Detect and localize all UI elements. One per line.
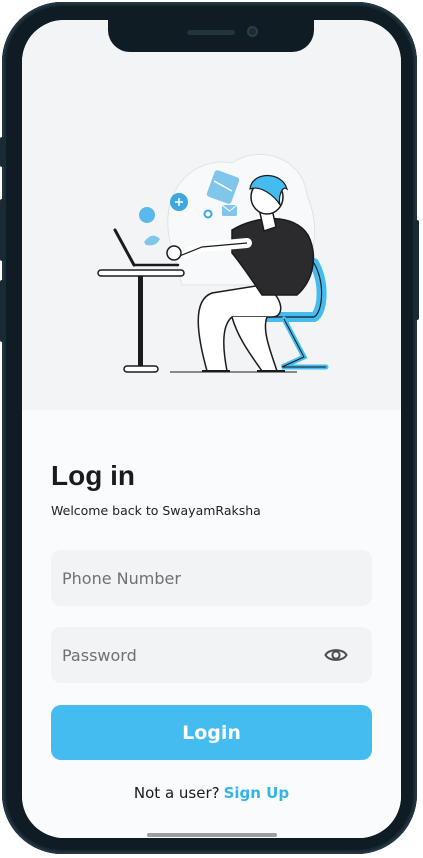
password-field [51, 627, 372, 683]
volume-up-button [0, 199, 4, 261]
speaker-grille [187, 30, 235, 35]
sign-up-link[interactable]: Sign Up [224, 784, 290, 802]
power-button [415, 220, 419, 320]
eye-icon[interactable] [324, 644, 348, 666]
silent-switch [0, 137, 4, 167]
app-screen: Log in Welcome back to SwayamRaksha Logi… [22, 20, 401, 838]
signup-prompt: Not a user? Sign Up [22, 784, 401, 802]
home-indicator[interactable] [147, 833, 277, 837]
hero-section [22, 20, 401, 410]
signup-prompt-text: Not a user? [133, 784, 220, 802]
volume-down-button [0, 280, 4, 342]
device-notch [108, 20, 314, 52]
phone-number-input[interactable] [51, 550, 372, 606]
page-title: Log in [51, 460, 135, 491]
front-camera [247, 26, 258, 37]
login-button[interactable]: Login [51, 705, 372, 760]
page-subtitle: Welcome back to SwayamRaksha [51, 503, 261, 518]
person-at-desk-illustration [97, 154, 329, 373]
phone-number-field [51, 550, 372, 606]
login-form: Log in Welcome back to SwayamRaksha Logi… [22, 410, 401, 838]
